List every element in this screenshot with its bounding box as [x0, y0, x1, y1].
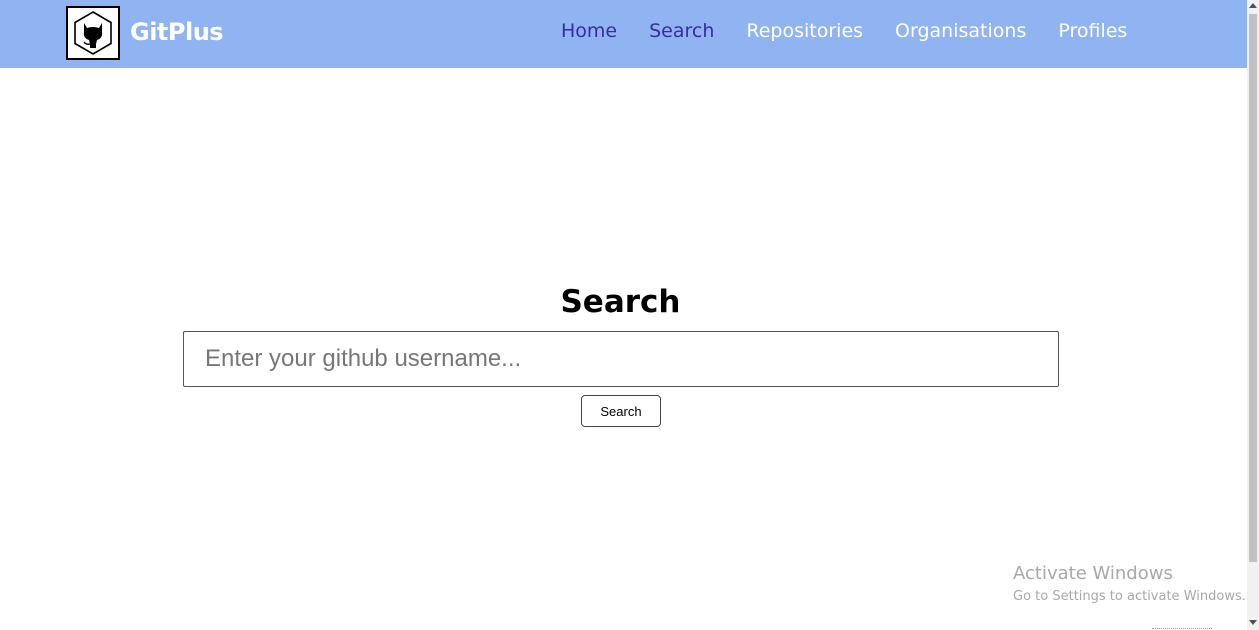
- nav-home[interactable]: Home: [561, 20, 617, 42]
- search-input[interactable]: [183, 331, 1059, 387]
- search-button[interactable]: Search: [581, 395, 661, 427]
- scrollbar-thumb[interactable]: [1249, 14, 1257, 562]
- nav-search[interactable]: Search: [649, 20, 714, 42]
- nav-organisations[interactable]: Organisations: [895, 20, 1026, 42]
- scroll-down-icon[interactable]: [1249, 620, 1257, 625]
- logo[interactable]: [66, 6, 120, 60]
- vertical-scrollbar[interactable]: [1247, 0, 1259, 630]
- nav-profiles[interactable]: Profiles: [1058, 20, 1127, 42]
- watermark-title: Activate Windows: [1013, 563, 1173, 584]
- divider: [1152, 628, 1212, 629]
- watermark-subtitle: Go to Settings to activate Windows.: [1013, 589, 1246, 604]
- nav-repositories[interactable]: Repositories: [746, 20, 863, 42]
- page-title: Search: [560, 284, 681, 320]
- brand-name[interactable]: GitPlus: [130, 18, 224, 46]
- nav-links: Home Search Repositories Organisations P…: [561, 20, 1127, 42]
- navbar: GitPlus Home Search Repositories Organis…: [0, 0, 1247, 68]
- github-octocat-icon: [74, 11, 112, 55]
- page: GitPlus Home Search Repositories Organis…: [0, 0, 1259, 630]
- activate-windows-watermark: Activate Windows Go to Settings to activ…: [1013, 563, 1246, 604]
- scroll-up-icon[interactable]: [1249, 3, 1257, 8]
